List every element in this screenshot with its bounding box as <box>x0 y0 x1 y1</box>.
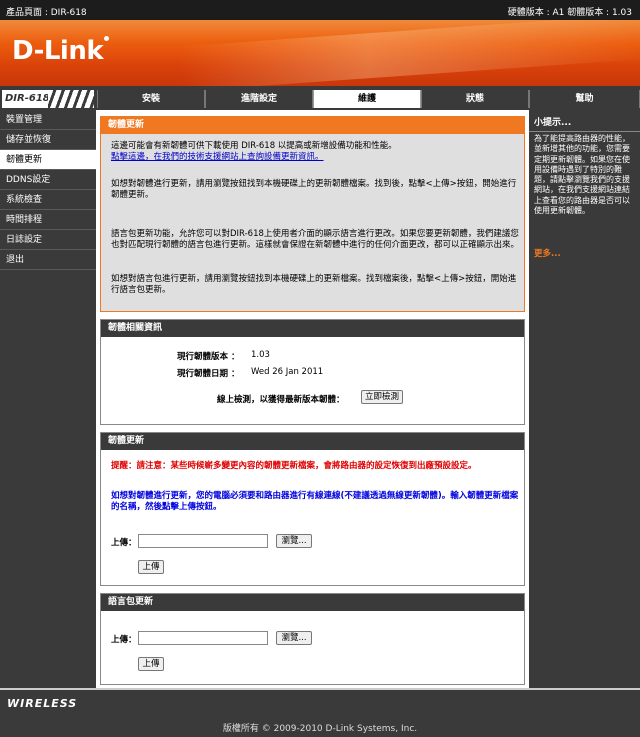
bottom-bar: WIRELESS <box>0 688 640 716</box>
intro-paragraph-2: 如想對韌體進行更新，請用瀏覽按鈕找到本機硬碟上的更新韌體檔案。找到後，點擊<上傳… <box>111 179 517 200</box>
logo-dot <box>104 36 110 41</box>
more-link[interactable]: 更多... <box>534 247 561 259</box>
hints-title: 小提示... <box>534 118 572 128</box>
product-page-label: 產品頁面 : DIR-618 <box>6 8 87 18</box>
model-slashes <box>48 90 94 108</box>
sidebar-item-firmware-update[interactable]: 韌體更新 <box>0 150 96 170</box>
section-title: 韌體更新 <box>101 433 524 450</box>
sidebar-item-schedules[interactable]: 時間排程 <box>0 210 96 230</box>
sidebar-item-log-settings[interactable]: 日誌設定 <box>0 230 96 250</box>
firmware-info-section: 韌體相關資訊 現行韌體版本 ： 1.03 現行韌體日期 ： Wed 26 Jan… <box>100 319 525 425</box>
check-now-button[interactable]: 立即檢測 <box>361 390 403 404</box>
hints-divider <box>529 131 640 132</box>
language-upload-button[interactable]: 上傳 <box>138 657 164 671</box>
banner-streak <box>180 20 640 86</box>
language-pack-section: 語言包更新 上傳： 瀏覽... 上傳 <box>100 593 525 685</box>
support-site-link[interactable]: 點擊這邊，在我們的技術支援網站上查詢設備更新資訊。 <box>111 152 324 162</box>
version-info: 硬體版本 : A1 韌體版本 : 1.03 <box>507 8 632 18</box>
model-name: DIR-618 <box>5 93 50 104</box>
intro-paragraph-3: 語言包更新功能，允許您可以對DIR-618上使用者介面的顯示語言進行更改。如果您… <box>111 229 520 250</box>
firmware-browse-button[interactable]: 瀏覽... <box>276 534 312 548</box>
online-check-label: 線上檢測，以獲得最新版本韌體： <box>217 395 345 405</box>
firmware-instruction: 如想對韌體進行更新，您的電腦必須要和路由器進行有線連線(不建議透過無線更新韌體)… <box>111 491 519 512</box>
upload-label: 上傳： <box>111 538 137 548</box>
brand-banner: D-Link <box>0 20 640 86</box>
current-version-value: 1.03 <box>251 350 270 360</box>
top-info-bar: 產品頁面 : DIR-618 硬體版本 : A1 韌體版本 : 1.03 <box>0 0 640 20</box>
language-upload-label: 上傳： <box>111 635 137 645</box>
main-content: 韌體更新 這邊可能會有新韌體可供下載使用 DIR-618 以提高或新增設備功能和… <box>96 110 529 688</box>
current-date-label: 現行韌體日期 ： <box>177 369 240 379</box>
sidebar: 裝置管理 儲存並恢復 韌體更新 DDNS設定 系統檢查 時間排程 日誌設定 退出 <box>0 110 96 270</box>
firmware-file-input[interactable] <box>138 534 268 548</box>
wireless-logo: WIRELESS <box>7 697 78 710</box>
firmware-intro-section: 韌體更新 這邊可能會有新韌體可供下載使用 DIR-618 以提高或新增設備功能和… <box>100 116 525 312</box>
hints-text: 為了能提高路由器的性能，並新增其他的功能，您需要定期更新韌體。如果您在使用設備時… <box>534 134 630 216</box>
intro-paragraph-1: 這邊可能會有新韌體可供下載使用 DIR-618 以提高或新增設備功能和性能。 點… <box>111 141 519 163</box>
section-title: 韌體相關資訊 <box>101 320 524 337</box>
sidebar-item-system-check[interactable]: 系統檢查 <box>0 190 96 210</box>
tab-maintenance[interactable]: 維護 <box>313 90 421 108</box>
hints-panel: 小提示... 為了能提高路由器的性能，並新增其他的功能，您需要定期更新韌體。如果… <box>529 110 640 688</box>
section-title: 韌體更新 <box>101 117 524 134</box>
logo-text: D-Link <box>12 36 104 66</box>
dlink-logo: D-Link <box>12 36 110 66</box>
section-title: 語言包更新 <box>101 594 524 611</box>
tab-help[interactable]: 幫助 <box>529 90 640 108</box>
tab-status[interactable]: 狀態 <box>421 90 529 108</box>
current-date-value: Wed 26 Jan 2011 <box>251 367 324 377</box>
model-badge: DIR-618 <box>2 90 94 108</box>
language-browse-button[interactable]: 瀏覽... <box>276 631 312 645</box>
intro-paragraph-4: 如想對語言包進行更新，請用瀏覽按鈕找到本機硬碟上的更新檔案。找到檔案後，點擊<上… <box>111 274 517 295</box>
sidebar-item-device-admin[interactable]: 裝置管理 <box>0 110 96 130</box>
tab-advanced[interactable]: 進階設定 <box>205 90 313 108</box>
current-version-label: 現行韌體版本 ： <box>177 352 240 362</box>
top-navigation: DIR-618 安裝 進階設定 維護 狀態 幫助 <box>0 88 640 110</box>
firmware-warning: 提醒：請注意：某些時候嶄多變更內容的韌體更新檔案，會將路由器的設定恢復到出廠預設… <box>111 461 477 471</box>
sidebar-item-ddns[interactable]: DDNS設定 <box>0 170 96 190</box>
footer-copyright: 版權所有 © 2009-2010 D-Link Systems, Inc. <box>0 716 640 737</box>
intro-text: 這邊可能會有新韌體可供下載使用 DIR-618 以提高或新增設備功能和性能。 <box>111 141 397 151</box>
sidebar-item-save-restore[interactable]: 儲存並恢復 <box>0 130 96 150</box>
sidebar-item-logout[interactable]: 退出 <box>0 250 96 270</box>
tab-setup[interactable]: 安裝 <box>97 90 205 108</box>
language-file-input[interactable] <box>138 631 268 645</box>
firmware-upload-section: 韌體更新 提醒：請注意：某些時候嶄多變更內容的韌體更新檔案，會將路由器的設定恢復… <box>100 432 525 586</box>
firmware-upload-button[interactable]: 上傳 <box>138 560 164 574</box>
